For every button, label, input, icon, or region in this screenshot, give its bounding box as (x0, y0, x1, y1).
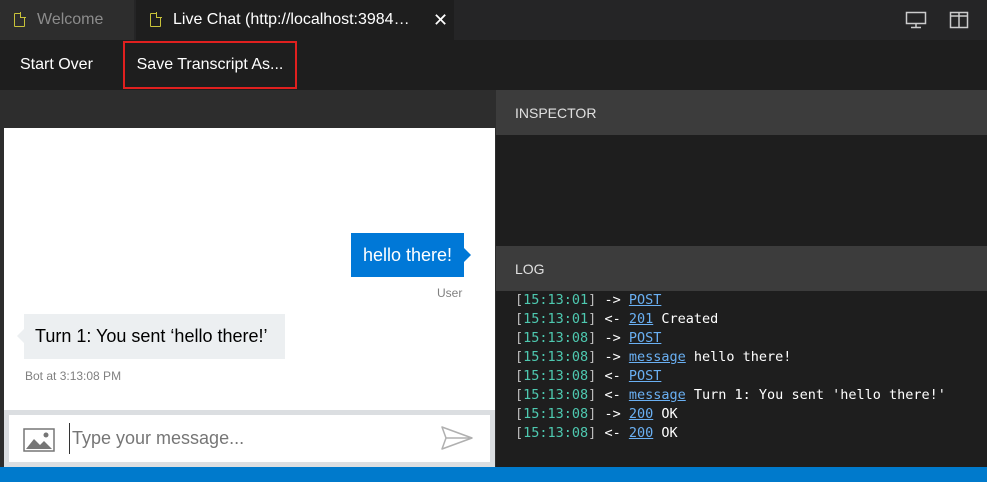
log-timestamp: 15:13:01 (523, 311, 589, 327)
log-link[interactable]: message (629, 349, 686, 365)
log-direction: <- (604, 425, 621, 441)
log-entry: [15:13:08] -> POST (515, 329, 955, 348)
bot-message-bubble: Turn 1: You sent ‘hello there!’ (17, 314, 285, 359)
log-bracket: ] (588, 387, 597, 403)
inspector-panel (496, 135, 987, 246)
log-direction: -> (604, 349, 621, 365)
image-upload-icon[interactable] (23, 428, 55, 452)
log-link[interactable]: 200 (629, 425, 653, 441)
start-over-button[interactable]: Start Over (20, 40, 93, 90)
log-bracket: [ (515, 292, 524, 308)
log-bracket: [ (515, 311, 524, 327)
log-bracket: [ (515, 368, 524, 384)
log-text: hello there! (693, 349, 792, 365)
log-header: LOG (496, 246, 987, 291)
log-timestamp: 15:13:08 (523, 330, 589, 346)
log-link[interactable]: message (629, 387, 686, 403)
log-panel: [15:13:01] -> POST [15:13:01] <- 201 Crea… (496, 291, 987, 467)
send-icon[interactable] (440, 425, 474, 451)
log-timestamp: 15:13:08 (523, 425, 589, 441)
status-bar (0, 467, 987, 482)
log-bracket: ] (588, 425, 597, 441)
log-direction: -> (604, 330, 621, 346)
log-bracket: ] (588, 406, 597, 422)
file-icon (150, 12, 162, 27)
message-composer (9, 415, 490, 462)
log-bracket: ] (588, 311, 597, 327)
close-icon[interactable]: ✕ (433, 10, 448, 31)
log-link[interactable]: 201 (629, 311, 653, 327)
log-bracket: ] (588, 368, 597, 384)
log-text: OK (661, 406, 678, 422)
log-bracket: [ (515, 425, 524, 441)
log-text: Created (661, 311, 719, 327)
log-timestamp: 15:13:08 (523, 387, 589, 403)
log-timestamp: 15:13:08 (523, 406, 589, 422)
log-timestamp: 15:13:01 (523, 292, 589, 308)
log-direction: -> (604, 406, 621, 422)
log-text: OK (661, 425, 678, 441)
log-link[interactable]: 200 (629, 406, 653, 422)
user-sender-label: User (437, 286, 463, 300)
toolbar: Start Over Save Transcript As... (0, 40, 987, 90)
message-input[interactable] (69, 423, 429, 454)
log-direction: -> (604, 292, 621, 308)
log-bracket: ] (588, 349, 597, 365)
log-entry: [15:13:01] <- 201 Created (515, 310, 955, 329)
log-bracket: ] (588, 330, 597, 346)
log-link[interactable]: POST (629, 292, 662, 308)
log-direction: <- (604, 387, 621, 403)
log-direction: <- (604, 311, 621, 327)
bot-timestamp-label: Bot at 3:13:08 PM (25, 369, 122, 383)
file-icon (14, 12, 26, 27)
log-bracket: [ (515, 406, 524, 422)
log-entry: [15:13:08] <- 200 OK (515, 424, 955, 443)
log-direction: <- (604, 368, 621, 384)
tab-label: Live Chat (http://localhost:3984… (173, 11, 410, 28)
log-link[interactable]: POST (629, 368, 662, 384)
log-link[interactable]: POST (629, 330, 662, 346)
log-entry: [15:13:08] <- POST (515, 367, 955, 386)
log-entry: [15:13:08] <- message Turn 1: You sent '… (515, 386, 955, 405)
log-bracket: [ (515, 349, 524, 365)
log-timestamp: 15:13:08 (523, 349, 589, 365)
tab-label: Welcome (37, 11, 104, 28)
split-view-icon[interactable] (948, 10, 970, 30)
tab-bar: Welcome Live Chat (http://localhost:3984… (0, 0, 987, 40)
log-entry: [15:13:08] -> message hello there! (515, 348, 955, 367)
inspector-header: INSPECTOR (496, 90, 987, 135)
log-bracket: ] (588, 292, 597, 308)
log-bracket: [ (515, 330, 524, 346)
save-transcript-button[interactable]: Save Transcript As... (123, 41, 297, 89)
tab-live-chat[interactable]: Live Chat (http://localhost:3984… ✕ (136, 0, 454, 40)
tab-welcome[interactable]: Welcome (0, 0, 134, 40)
monitor-icon[interactable] (905, 10, 927, 30)
log-bracket: [ (515, 387, 524, 403)
user-message-bubble: hello there! (351, 233, 471, 277)
log-entry: [15:13:08] -> 200 OK (515, 405, 955, 424)
log-text: Turn 1: You sent 'hello there!' (693, 387, 946, 403)
log-entry: [15:13:01] -> POST (515, 291, 955, 310)
log-timestamp: 15:13:08 (523, 368, 589, 384)
